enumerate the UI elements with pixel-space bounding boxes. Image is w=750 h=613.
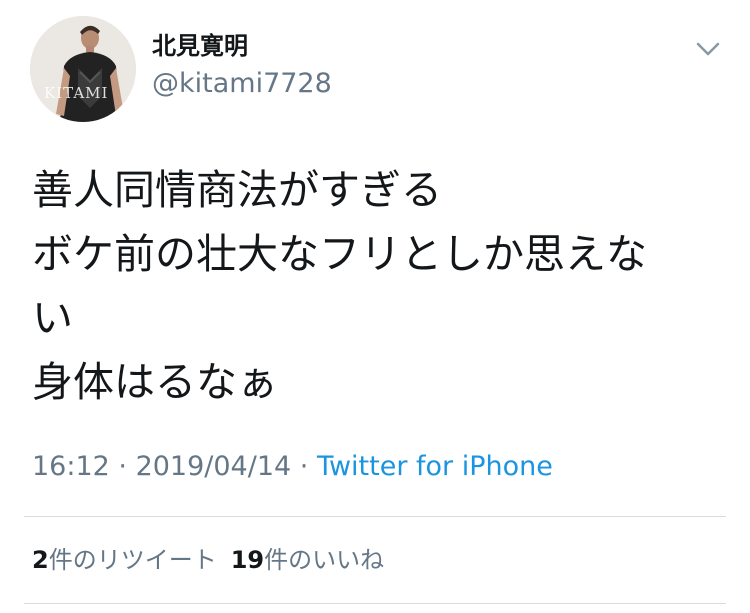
tweet-menu-button[interactable] bbox=[693, 36, 723, 62]
tweet-text-line: 善人同情商法がすぎる bbox=[32, 166, 442, 214]
retweet-label: 件のリツイート bbox=[48, 546, 217, 574]
meta-separator: · bbox=[291, 451, 317, 482]
chevron-down-icon bbox=[696, 42, 720, 56]
divider bbox=[24, 603, 726, 604]
tweet-text: 善人同情商法がすぎる ボケ前の壮大なフリとしか思えな い 身体はるなぁ bbox=[32, 158, 722, 414]
retweets-stat[interactable]: 2件のリツイート bbox=[32, 546, 217, 574]
like-count: 19 bbox=[230, 546, 265, 574]
avatar-watermark: KITAMI bbox=[44, 84, 108, 102]
tweet-text-line: い bbox=[32, 294, 73, 342]
tweet-text-line: 身体はるなぁ bbox=[32, 358, 278, 406]
tweet-time[interactable]: 16:12 bbox=[32, 451, 110, 482]
tweet-stats: 2件のリツイート 19件のいいね bbox=[32, 542, 384, 578]
tweet-source-link[interactable]: Twitter for iPhone bbox=[317, 451, 553, 482]
avatar[interactable]: KITAMI bbox=[30, 16, 136, 122]
like-label: 件のいいね bbox=[264, 546, 385, 574]
likes-stat[interactable]: 19件のいいね bbox=[231, 546, 384, 574]
tweet-text-line: ボケ前の壮大なフリとしか思えな bbox=[32, 230, 647, 278]
tweet-date[interactable]: 2019/04/14 bbox=[136, 451, 292, 482]
tweet-card: KITAMI 北見寛明 @kitami7728 善人同情商法がすぎる ボケ前の壮… bbox=[0, 0, 750, 613]
user-handle[interactable]: @kitami7728 bbox=[152, 66, 332, 102]
divider bbox=[24, 516, 726, 517]
display-name[interactable]: 北見寛明 bbox=[152, 30, 248, 62]
tweet-meta: 16:12 · 2019/04/14 · Twitter for iPhone bbox=[32, 448, 553, 486]
meta-separator: · bbox=[109, 451, 136, 482]
avatar-photo: KITAMI bbox=[30, 16, 136, 122]
retweet-count: 2 bbox=[32, 546, 49, 574]
